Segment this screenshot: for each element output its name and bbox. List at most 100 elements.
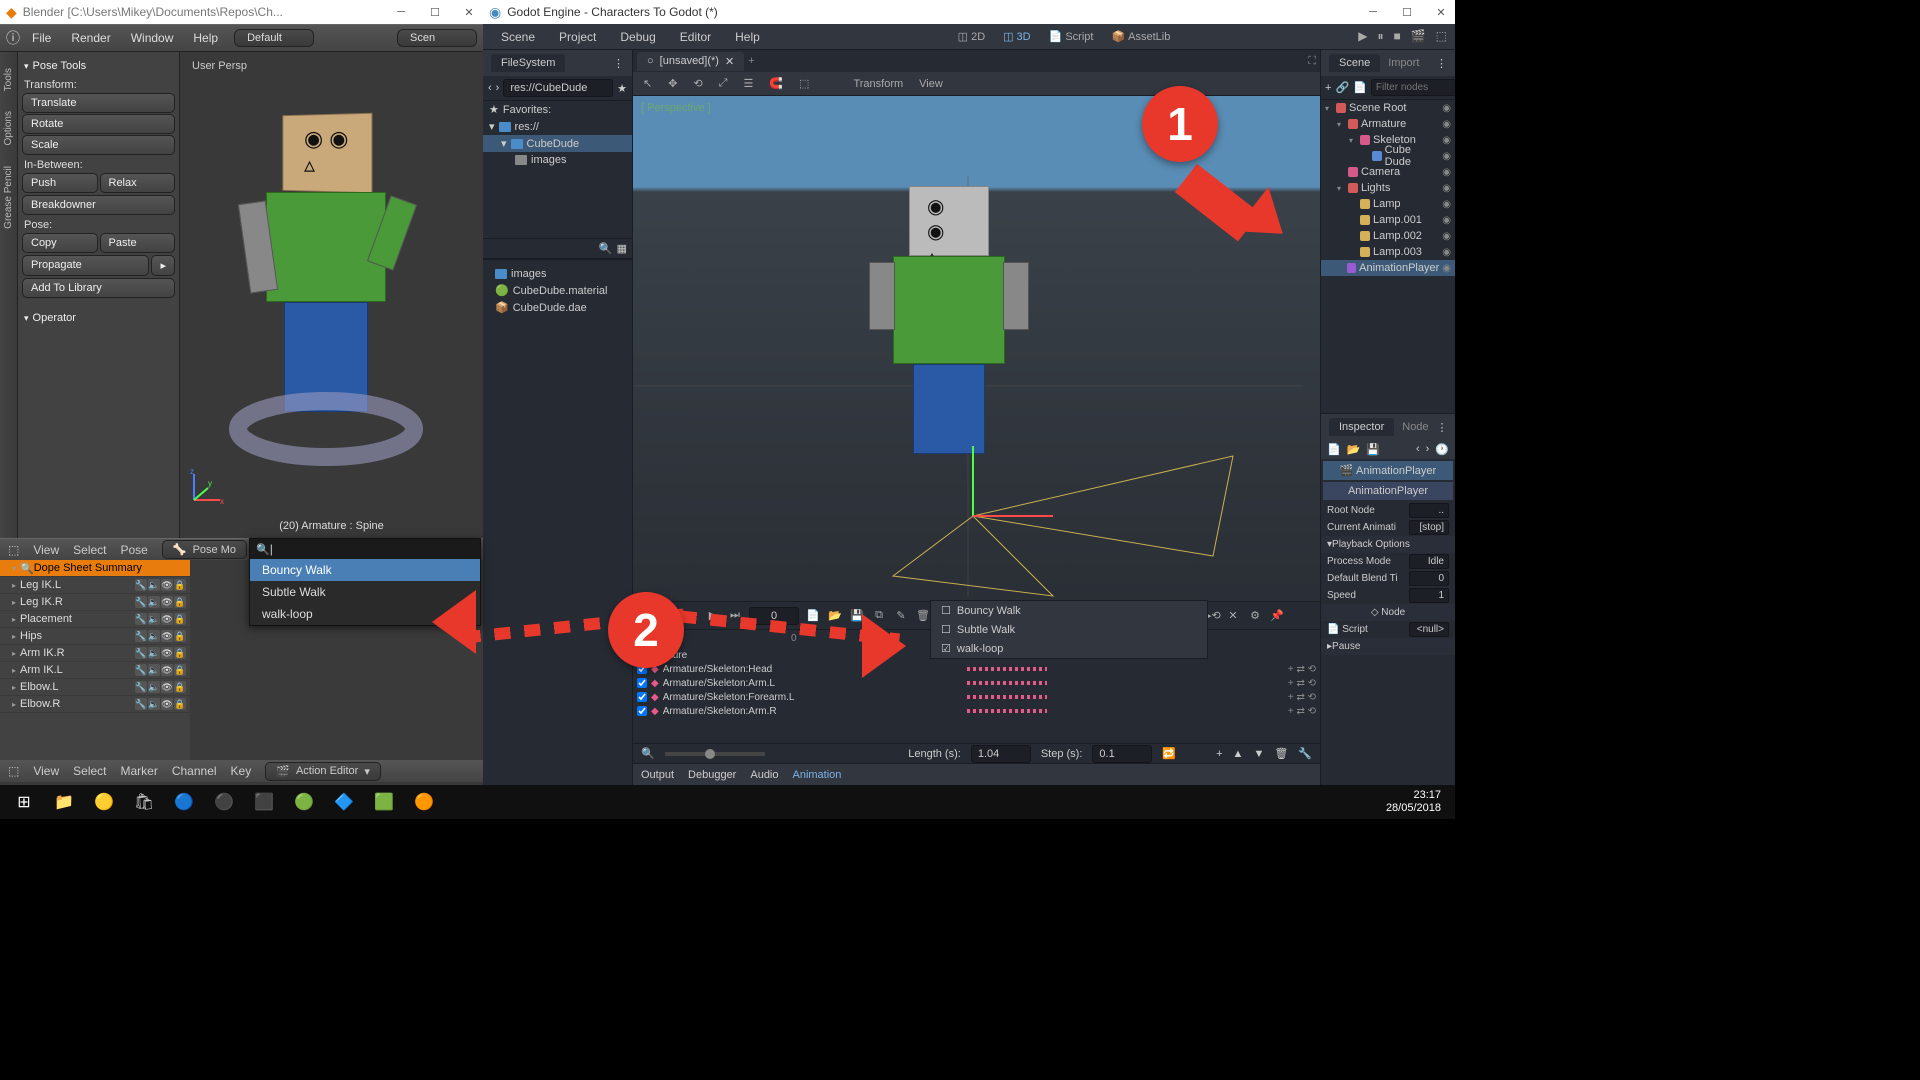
channel-row[interactable]: ▸Leg IK.R🔧🔈👁🔒	[0, 594, 190, 611]
folder-cubedude[interactable]: ▾ CubeDude	[483, 135, 632, 152]
scene-tab-unsaved[interactable]: ○ [unsaved](*) ✕	[637, 52, 744, 71]
tab-debugger[interactable]: Debugger	[688, 769, 736, 781]
animation-track[interactable]: ◆ Armature/Skeleton:Arm.R+ ⇄ ⟲	[637, 704, 1316, 718]
node-section[interactable]: ◇ Node	[1371, 607, 1405, 618]
info-icon[interactable]: ⓘ	[6, 28, 20, 48]
scale-tool-icon[interactable]: ⤢	[715, 75, 732, 92]
df-key[interactable]: Key	[231, 764, 252, 778]
new-tab-icon[interactable]: +	[748, 55, 754, 67]
pause-section[interactable]: Pause	[1332, 641, 1360, 652]
history-icon[interactable]: 🕐	[1435, 443, 1449, 456]
menu-project[interactable]: Project	[549, 27, 606, 47]
inspector-tab[interactable]: Inspector	[1329, 418, 1394, 436]
df-select[interactable]: Select	[73, 764, 106, 778]
history-fwd-icon[interactable]: ›	[1426, 443, 1430, 456]
nav-back-icon[interactable]: ‹	[488, 82, 492, 94]
mode-2d[interactable]: ◫ 2D	[950, 27, 993, 46]
file-images[interactable]: images	[489, 266, 626, 282]
resource-new-icon[interactable]: 📄	[1327, 443, 1341, 456]
channel-row[interactable]: ▸Placement🔧🔈👁🔒	[0, 611, 190, 628]
translate-button[interactable]: Translate	[22, 93, 175, 113]
current-anim-value[interactable]: [stop]	[1409, 520, 1449, 535]
channel-row[interactable]: ▸Hips🔧🔈👁🔒	[0, 628, 190, 645]
taskbar-chrome-icon[interactable]: 🟡	[86, 788, 122, 816]
df-view[interactable]: View	[33, 764, 59, 778]
blend-value[interactable]: 0	[1409, 571, 1449, 586]
dock-menu-icon[interactable]: ⋮	[613, 57, 624, 70]
res-root[interactable]: ▾ res://	[483, 118, 632, 135]
anim-option-subtle[interactable]: ☐ Subtle Walk	[931, 620, 1207, 639]
node-tab[interactable]: Node	[1394, 418, 1436, 436]
scene-dock-tab[interactable]: Scene	[1329, 54, 1380, 72]
filesystem-tab[interactable]: FileSystem	[491, 54, 565, 72]
move-tool-icon[interactable]: ✥	[664, 75, 681, 92]
paste-button[interactable]: Paste	[100, 233, 176, 253]
search-icon[interactable]: 🔍	[599, 242, 613, 255]
vp-menu-select[interactable]: Select	[73, 543, 106, 557]
length-field[interactable]: 1.04	[971, 745, 1031, 763]
channel-row[interactable]: ▸Leg IK.L🔧🔈👁🔒	[0, 577, 190, 594]
script-value[interactable]: <null>	[1409, 622, 1449, 637]
scene-node-lamp-002[interactable]: Lamp.002◉	[1321, 228, 1455, 244]
perspective-label[interactable]: [ Perspective ]	[641, 102, 711, 114]
breakdowner-button[interactable]: Breakdowner	[22, 195, 175, 215]
df-channel[interactable]: Channel	[172, 764, 217, 778]
menu-scene[interactable]: Scene	[491, 27, 545, 47]
push-button[interactable]: Push	[22, 173, 98, 193]
process-mode-value[interactable]: Idle	[1409, 554, 1449, 569]
scale-button[interactable]: Scale	[22, 135, 175, 155]
add-to-library-button[interactable]: Add To Library	[22, 278, 175, 298]
animation-track[interactable]: ◆ Armature/Skeleton:Head+ ⇄ ⟲	[637, 662, 1316, 676]
mode-assetlib[interactable]: 📦 AssetLib	[1103, 27, 1178, 46]
animation-track[interactable]: ◆ Armature/Skeleton:Forearm.L+ ⇄ ⟲	[637, 690, 1316, 704]
pause-button[interactable]: ⏸	[1377, 29, 1383, 44]
blend-icon[interactable]: ✕	[1225, 609, 1241, 622]
script-icon[interactable]: 📄	[1353, 81, 1367, 94]
move-up-icon[interactable]: ▲	[1233, 748, 1244, 760]
maximize-icon[interactable]: ☐	[1399, 6, 1415, 19]
operator-header[interactable]: Operator	[22, 308, 175, 328]
pin-icon[interactable]: 📌	[1269, 609, 1285, 622]
grid-view-icon[interactable]: ▦	[617, 242, 627, 255]
filter-nodes-input[interactable]	[1371, 79, 1455, 96]
mode-script[interactable]: 📄 Script	[1041, 27, 1102, 46]
channel-row[interactable]: ▸Arm IK.L🔧🔈👁🔒	[0, 662, 190, 679]
3d-viewport[interactable]: [ Perspective ] ◉ ◉ ▵ ‿	[633, 96, 1320, 601]
close-icon[interactable]: ✕	[461, 6, 477, 19]
vp-menu-pose[interactable]: Pose	[121, 543, 148, 557]
mode-dropdown[interactable]: 🦴 Pose Mo	[162, 540, 247, 559]
action-search-input[interactable]	[270, 542, 474, 556]
play-custom-button[interactable]: ⬚	[1436, 29, 1447, 44]
menu-debug[interactable]: Debug	[610, 27, 665, 47]
menu-help[interactable]: Help	[185, 29, 226, 47]
scene-node-animationplayer[interactable]: AnimationPlayer◉	[1321, 260, 1455, 276]
play-button[interactable]: ▶	[1358, 29, 1367, 44]
import-dock-tab[interactable]: Import	[1380, 54, 1427, 72]
close-icon[interactable]: ✕	[1433, 6, 1449, 19]
taskbar-app-icon[interactable]: ⬛	[246, 788, 282, 816]
df-marker[interactable]: Marker	[121, 764, 158, 778]
rotate-tool-icon[interactable]: ⟲	[689, 75, 706, 92]
channel-row[interactable]: ▸Elbow.R🔧🔈👁🔒	[0, 696, 190, 713]
favorite-icon[interactable]: ★	[617, 82, 627, 95]
add-node-icon[interactable]: +	[1325, 82, 1331, 94]
add-track-icon[interactable]: +	[1216, 748, 1222, 760]
file-material[interactable]: 🟢 CubeDube.material	[489, 282, 626, 299]
path-field[interactable]: res://CubeDude	[503, 79, 613, 97]
delete-track-icon[interactable]: 🗑	[1274, 747, 1288, 760]
transform-menu[interactable]: Transform	[849, 76, 907, 92]
propagate-button[interactable]: Propagate	[22, 255, 149, 276]
channel-row[interactable]: ▸Elbow.L🔧🔈👁🔒	[0, 679, 190, 696]
loop-icon[interactable]: 🔁	[1162, 747, 1176, 760]
zoom-icon[interactable]: 🔍	[641, 747, 655, 760]
tab-output[interactable]: Output	[641, 769, 674, 781]
file-dae[interactable]: 📦 CubeDude.dae	[489, 299, 626, 316]
local-icon[interactable]: ⬚	[795, 75, 813, 92]
taskbar-clock[interactable]: 23:1728/05/2018	[1386, 789, 1449, 815]
anim-load-icon[interactable]: 📂	[827, 609, 843, 622]
menu-render[interactable]: Render	[63, 29, 118, 47]
history-back-icon[interactable]: ‹	[1416, 443, 1420, 456]
dope-summary-row[interactable]: ▾🔍Dope Sheet Summary	[0, 560, 190, 577]
resource-save-icon[interactable]: 💾	[1366, 443, 1380, 456]
anim-option-bouncy[interactable]: ☐ Bouncy Walk	[931, 601, 1207, 620]
